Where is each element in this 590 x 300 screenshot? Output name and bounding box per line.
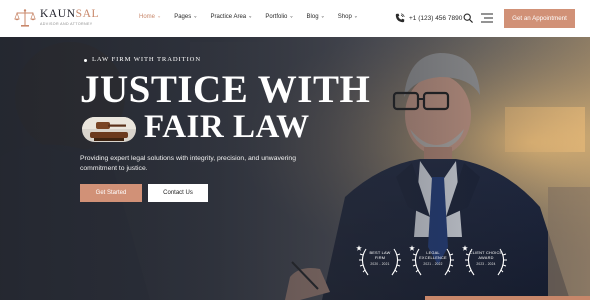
hero-description: Providing expert legal solutions with in… <box>80 155 296 172</box>
award-years: 2023 - 2024 <box>476 262 496 266</box>
chevron-down-icon: ⌄ <box>193 13 198 20</box>
accent-bar <box>425 296 590 300</box>
nav-item-pages[interactable]: Pages ⌄ <box>174 13 198 21</box>
brand-tagline: ADVISOR AND ATTORNEY <box>40 21 93 26</box>
award-years: 2020 - 2021 <box>370 262 390 266</box>
nav-item-blog[interactable]: Blog ⌄ <box>307 13 325 21</box>
award-title: LEGAL EXCELLENCE <box>419 250 447 260</box>
brand-name: KAUNSAL <box>40 8 100 21</box>
award-years: 2021 - 2022 <box>423 262 443 266</box>
hero-headline-line1: JUSTICE WITH <box>80 68 371 111</box>
hero-section: LAW FIRM WITH TRADITION JUSTICE WITH FAI… <box>0 37 590 300</box>
get-appointment-button[interactable]: Get an Appointment <box>504 9 575 28</box>
gavel-thumbnail-image <box>82 117 136 142</box>
scales-of-justice-icon <box>14 9 36 27</box>
brand-logo[interactable]: KAUNSAL ADVISOR AND ATTORNEY <box>14 8 99 28</box>
search-icon[interactable] <box>463 13 473 23</box>
star-icon <box>356 245 362 251</box>
nav-item-practice-area[interactable]: Practice Area ⌄ <box>210 13 253 21</box>
hero-headline-line2: FAIR LAW <box>144 109 310 145</box>
chevron-down-icon: ⌄ <box>289 13 294 20</box>
hero-eyebrow: LAW FIRM WITH TRADITION <box>92 56 201 63</box>
award-title: BEST LAW FIRM <box>369 250 391 260</box>
brand-wordmark: KAUNSAL ADVISOR AND ATTORNEY <box>40 9 99 26</box>
nav-item-portfolio[interactable]: Portfolio ⌄ <box>265 13 294 21</box>
chevron-down-icon: ⌄ <box>353 13 358 20</box>
star-icon <box>462 245 468 251</box>
star-icon <box>409 245 415 251</box>
contact-us-button[interactable]: Contact Us <box>148 184 208 202</box>
award-title: CLIENT CHOICE AWARD <box>469 250 503 260</box>
nav-item-shop[interactable]: Shop ⌄ <box>338 13 358 21</box>
phone-number: +1 (123) 456 7890 <box>409 14 463 22</box>
nav-item-home[interactable]: Home ⌄ <box>139 13 162 21</box>
award-badge-legal-excellence: LEGAL EXCELLENCE 2021 - 2022 <box>409 245 457 277</box>
site-header: KAUNSAL ADVISOR AND ATTORNEY Home ⌄ Pages… <box>0 0 590 37</box>
chevron-down-icon: ⌄ <box>248 13 253 20</box>
award-badge-client-choice: CLIENT CHOICE AWARD 2023 - 2024 <box>462 245 510 277</box>
chevron-down-icon: ⌄ <box>157 13 162 20</box>
menu-icon[interactable] <box>481 13 493 23</box>
award-badge-best-law-firm: BEST LAW FIRM 2020 - 2021 <box>356 245 404 277</box>
eyebrow-bullet <box>84 59 87 62</box>
phone-icon <box>395 13 405 23</box>
gavel-icon <box>82 117 136 142</box>
header-phone[interactable]: +1 (123) 456 7890 <box>395 13 462 23</box>
get-started-button[interactable]: Get Started <box>80 184 142 202</box>
main-nav: Home ⌄ Pages ⌄ Practice Area ⌄ Portfolio ⌄ B… <box>139 13 371 21</box>
chevron-down-icon: ⌄ <box>320 13 325 20</box>
